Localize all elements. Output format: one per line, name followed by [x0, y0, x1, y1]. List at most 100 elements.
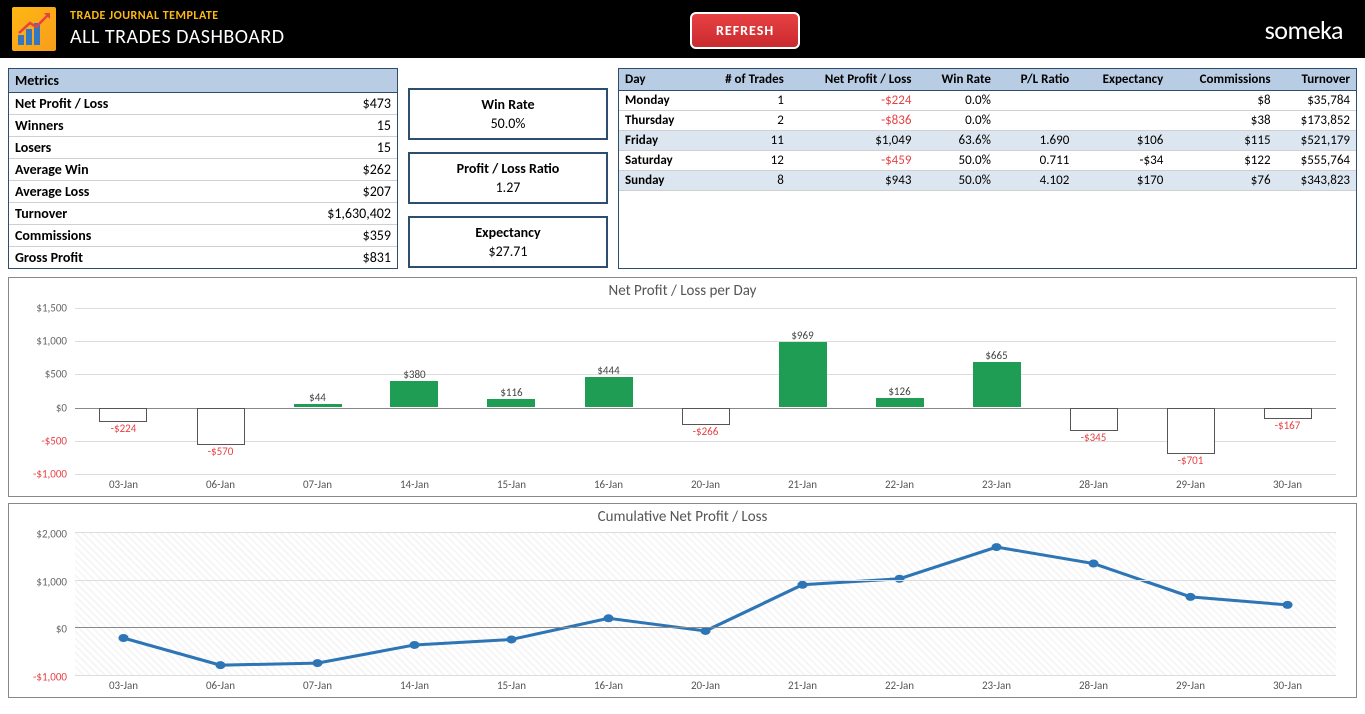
table-cell: 2	[698, 111, 789, 131]
bar-label: -$701	[1178, 454, 1204, 467]
bar-label: $44	[309, 391, 326, 404]
table-cell: $555,764	[1277, 151, 1356, 171]
x-label: 07-Jan	[303, 679, 332, 692]
day-table: Day# of TradesNet Profit / LossWin RateP…	[618, 68, 1357, 269]
metric-label: Gross Profit	[15, 249, 83, 266]
table-cell: Sunday	[619, 171, 698, 191]
x-label: 03-Jan	[109, 478, 138, 491]
bar-label: $969	[791, 329, 813, 342]
metric-label: Turnover	[15, 205, 67, 222]
metric-label: Commissions	[15, 227, 91, 244]
metric-label: Winners	[15, 117, 64, 134]
refresh-button[interactable]: REFRESH	[690, 12, 800, 49]
kpi-box: Expectancy$27.71	[408, 216, 608, 268]
table-cell: 63.6%	[917, 131, 996, 151]
x-label: 22-Jan	[885, 478, 914, 491]
table-cell: $343,823	[1277, 171, 1356, 191]
table-cell: $38	[1169, 111, 1276, 131]
bar-chart-title: Net Profit / Loss per Day	[19, 282, 1346, 300]
table-header: # of Trades	[698, 69, 789, 91]
bar: $44	[293, 391, 343, 407]
table-cell: Thursday	[619, 111, 698, 131]
table-cell: $170	[1075, 171, 1169, 191]
metric-value: 15	[377, 139, 391, 156]
y-tick: -$500	[41, 434, 67, 447]
table-cell: 1	[698, 91, 789, 111]
bar: -$701	[1166, 408, 1216, 468]
bar: $380	[389, 368, 439, 406]
bar: -$266	[681, 408, 731, 439]
x-label: 21-Jan	[788, 679, 817, 692]
x-label: 16-Jan	[594, 679, 623, 692]
metric-row: Commissions $359	[9, 225, 397, 247]
x-label: 15-Jan	[497, 478, 526, 491]
metrics-panel: Metrics Net Profit / Loss$473Winners15Lo…	[8, 68, 398, 269]
y-tick: $1,500	[36, 302, 67, 315]
x-label: 20-Jan	[691, 679, 720, 692]
table-header: P/L Ratio	[997, 69, 1075, 91]
metric-row: Net Profit / Loss$473	[9, 93, 397, 115]
x-label: 28-Jan	[1079, 478, 1108, 491]
table-cell: 0.711	[997, 151, 1075, 171]
metric-value: $1,630,402	[327, 205, 391, 222]
kpi-box: Profit / Loss Ratio 1.27	[408, 152, 608, 204]
table-cell: $943	[790, 171, 918, 191]
bar-label: -$224	[111, 422, 137, 435]
y-tick: -$1,000	[33, 468, 67, 481]
bar-label: -$570	[208, 445, 234, 458]
table-header: Commissions	[1169, 69, 1276, 91]
bar: -$570	[196, 408, 246, 459]
line-chart-title: Cumulative Net Profit / Loss	[19, 508, 1346, 526]
table-cell: $521,179	[1277, 131, 1356, 151]
x-label: 14-Jan	[400, 679, 429, 692]
kpi-label: Win Rate	[414, 96, 602, 113]
y-tick: $0	[56, 401, 67, 414]
x-label: 23-Jan	[982, 478, 1011, 491]
line-chart-panel: Cumulative Net Profit / Loss -$1,000$0$1…	[8, 503, 1357, 698]
x-label: 28-Jan	[1079, 679, 1108, 692]
table-row: Friday11$1,04963.6%1.690$106$115$521,179	[619, 131, 1356, 151]
y-tick: $2,000	[36, 528, 67, 541]
table-header: Turnover	[1277, 69, 1356, 91]
y-tick: -$1,000	[33, 671, 67, 684]
table-row: Sunday8$94350.0%4.102$170$76$343,823	[619, 171, 1356, 191]
table-cell: 11	[698, 131, 789, 151]
metric-row: Losers15	[9, 137, 397, 159]
table-cell: 50.0%	[917, 171, 996, 191]
bar: -$224	[98, 408, 148, 436]
app-logo-icon	[12, 7, 56, 51]
table-cell: 0.0%	[917, 111, 996, 131]
table-row: Saturday12-$45950.0%0.711-$34$122$555,76…	[619, 151, 1356, 171]
x-label: 16-Jan	[594, 478, 623, 491]
kpi-box: Win Rate50.0%	[408, 88, 608, 140]
bar: -$345	[1069, 408, 1119, 444]
table-cell: $122	[1169, 151, 1276, 171]
table-cell	[1075, 111, 1169, 131]
table-header: Day	[619, 69, 698, 91]
table-header: Expectancy	[1075, 69, 1169, 91]
table-cell	[1075, 91, 1169, 111]
metric-row: Average Win$262	[9, 159, 397, 181]
table-header: Net Profit / Loss	[790, 69, 918, 91]
kpi-value: 1.27	[414, 179, 602, 196]
metric-row: Turnover $1,630,402	[9, 203, 397, 225]
y-tick: $500	[45, 368, 67, 381]
x-label: 29-Jan	[1176, 679, 1205, 692]
brand-logo: someka	[1265, 14, 1343, 46]
x-label: 06-Jan	[206, 478, 235, 491]
metric-label: Average Win	[15, 161, 89, 178]
table-cell: -$459	[790, 151, 918, 171]
table-cell: $106	[1075, 131, 1169, 151]
metric-value: $359	[363, 227, 391, 244]
kpi-label: Profit / Loss Ratio	[414, 160, 602, 177]
table-cell: 12	[698, 151, 789, 171]
bar-label: -$345	[1081, 431, 1107, 444]
table-cell: $35,784	[1277, 91, 1356, 111]
x-label: 20-Jan	[691, 478, 720, 491]
page-title: ALL TRADES DASHBOARD	[70, 25, 285, 49]
x-label: 14-Jan	[400, 478, 429, 491]
table-cell: $173,852	[1277, 111, 1356, 131]
x-label: 06-Jan	[206, 679, 235, 692]
metric-label: Average Loss	[15, 183, 89, 200]
table-cell: 50.0%	[917, 151, 996, 171]
